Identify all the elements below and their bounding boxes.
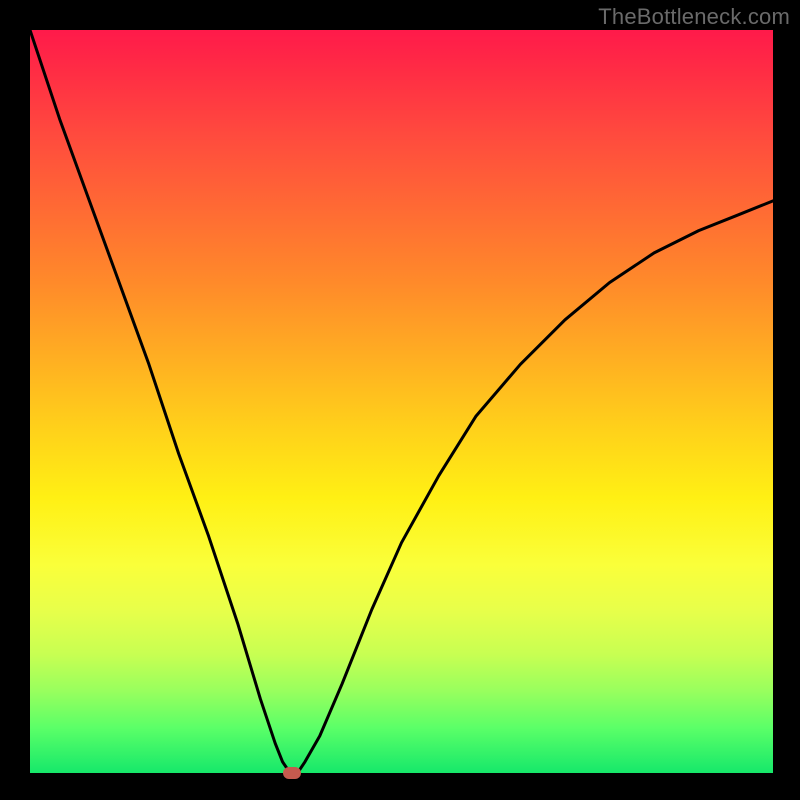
plot-area [30,30,773,773]
attribution-text: TheBottleneck.com [598,4,790,30]
chart-frame: TheBottleneck.com [0,0,800,800]
